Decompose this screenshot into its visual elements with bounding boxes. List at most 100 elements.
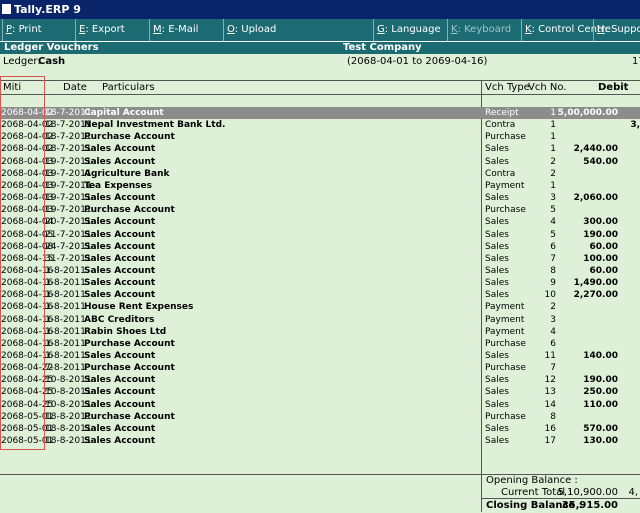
ledger-name: Cash <box>38 56 66 67</box>
row-debit: 140.00 <box>583 351 618 361</box>
company-name: Test Company <box>343 42 422 53</box>
export-button[interactable]: E: Export <box>75 19 151 41</box>
table-row[interactable]: 2068-04-03 19-7-2011 Sales Account Sales 3 2,… <box>0 192 640 204</box>
row-vch-no: 3 <box>550 193 556 204</box>
row-vch-no: 13 <box>544 387 556 398</box>
row-vch-type: Purchase <box>485 205 526 216</box>
row-debit: 2,440.00 <box>573 144 618 155</box>
row-date: 1-8-2011 <box>45 338 86 349</box>
table-row[interactable]: 2068-04-16 1-8-2011 Rabin Shoes Ltd Payment… <box>0 326 640 338</box>
table-row[interactable]: 2068-04-25 10-8-2011 Sales Account Sales 13 2… <box>0 386 640 398</box>
row-particulars: Sales Account <box>84 265 156 276</box>
print-button[interactable]: P: Print <box>2 19 77 41</box>
row-debit: 190.00 <box>583 229 618 240</box>
table-row[interactable]: 2068-04-16 1-8-2011 Sales Account Sales 11 14… <box>0 350 640 362</box>
table-row[interactable]: 2068-04-16 1-8-2011 Purchase Account Purcha… <box>0 338 640 350</box>
row-vch-type: Payment <box>485 180 525 191</box>
table-row[interactable]: 2068-04-02 18-7-2011 Sales Account Sales 1 2,… <box>0 143 640 155</box>
table-row[interactable]: 2068-04-03 19-7-2011 Tea Expenses Payment 1 <box>0 180 640 192</box>
row-vch-no: 17 <box>544 436 556 447</box>
row-vch-type: Sales <box>485 375 509 386</box>
row-vch-no: 7 <box>550 253 556 264</box>
table-row[interactable]: 2068-04-16 1-8-2011 Sales Account Sales 8 60.… <box>0 265 640 277</box>
col-vch-no: Vch No. <box>528 82 567 93</box>
language-button[interactable]: G: Language <box>373 19 449 41</box>
column-header: Miti Date Particulars Vch Type Vch No. D… <box>0 80 640 95</box>
table-row[interactable]: 2068-04-16 1-8-2011 Sales Account Sales 10 2,… <box>0 289 640 301</box>
row-particulars: Sales Account <box>84 144 156 155</box>
table-row[interactable]: 2068-04-16 1-8-2011 Sales Account Sales 9 1,4… <box>0 277 640 289</box>
report-header: Ledger Vouchers Test Company <box>0 42 640 54</box>
app-icon <box>2 4 11 14</box>
table-row[interactable]: 2068-04-03 19-7-2011 Agriculture Bank Contr… <box>0 168 640 180</box>
row-vch-type: Payment <box>485 302 525 313</box>
row-debit: 130.00 <box>583 436 618 447</box>
ledger-info: Ledger: Cash (2068-04-01 to 2069-04-16) … <box>0 55 640 69</box>
row-particulars: ABC Creditors <box>84 314 155 325</box>
row-vch-no: 6 <box>550 338 556 349</box>
row-debit: 60.00 <box>589 241 618 252</box>
table-row[interactable]: 2068-04-02 18-7-2011 Purchase Account Purch… <box>0 131 640 143</box>
row-particulars: House Rent Expenses <box>84 302 194 313</box>
row-vch-no: 16 <box>544 423 556 434</box>
table-row[interactable]: 2068-04-02 18-7-2011 Nepal Investment Bank… <box>0 119 640 131</box>
table-row[interactable]: 2068-05-01 18-8-2011 Sales Account Sales 17 1… <box>0 435 640 447</box>
row-particulars: Purchase Account <box>84 132 175 143</box>
table-row[interactable]: 2068-04-25 10-8-2011 Sales Account Sales 12 1… <box>0 374 640 386</box>
row-vch-no: 1 <box>550 108 556 118</box>
support-centre-button[interactable]: H: Support C <box>593 19 640 41</box>
email-button[interactable]: M: E-Mail <box>149 19 225 41</box>
totals-footer: Opening Balance : Current Total : 5,10,9… <box>0 474 640 513</box>
upload-button[interactable]: O: Upload <box>223 19 375 41</box>
row-vch-type: Purchase <box>485 411 526 422</box>
row-particulars: Sales Account <box>84 229 156 240</box>
row-vch-no: 3 <box>550 314 556 325</box>
row-vch-type: Purchase <box>485 338 526 349</box>
row-debit: 2,060.00 <box>573 193 618 204</box>
table-row[interactable]: 2068-04-16 1-8-2011 House Rent Expenses Pay… <box>0 301 640 313</box>
row-particulars: Nepal Investment Bank Ltd. <box>84 120 226 131</box>
opening-balance-label: Opening Balance : <box>486 475 578 486</box>
table-row[interactable]: 2068-04-02 18-7-2011 Capital Account Receip… <box>0 107 640 119</box>
current-total-credit: 4, <box>628 487 638 498</box>
row-date: 1-8-2011 <box>45 278 86 289</box>
row-vch-type: Sales <box>485 265 509 276</box>
row-debit: 5,00,000.00 <box>557 108 618 118</box>
table-row[interactable]: 2068-04-08 24-7-2011 Sales Account Sales 6 60… <box>0 241 640 253</box>
row-vch-type: Sales <box>485 156 509 167</box>
row-vch-no: 1 <box>550 144 556 155</box>
period-range: (2068-04-01 to 2069-04-16) <box>347 56 488 67</box>
row-vch-type: Sales <box>485 241 509 252</box>
row-debit: 190.00 <box>583 375 618 386</box>
row-vch-no: 5 <box>550 229 556 240</box>
control-centre-button[interactable]: K: Control Centre <box>521 19 611 41</box>
right-edge-value: 17 <box>632 56 640 67</box>
row-vch-type: Sales <box>485 253 509 264</box>
row-particulars: Sales Account <box>84 156 156 167</box>
col-date: Date <box>63 82 87 93</box>
table-row[interactable]: 2068-04-22 7-8-2011 Purchase Account Purcha… <box>0 362 640 374</box>
table-row[interactable]: 2068-04-25 10-8-2011 Sales Account Sales 14 1… <box>0 399 640 411</box>
row-vch-no: 2 <box>550 168 556 179</box>
row-particulars: Sales Account <box>84 290 156 301</box>
table-row[interactable]: 2068-05-01 18-8-2011 Purchase Account Purch… <box>0 411 640 423</box>
table-row[interactable]: 2068-05-01 18-8-2011 Sales Account Sales 16 5… <box>0 423 640 435</box>
row-vch-type: Contra <box>485 168 516 179</box>
table-row[interactable]: 2068-04-03 19-7-2011 Purchase Account Purch… <box>0 204 640 216</box>
table-row[interactable]: 2068-04-03 19-7-2011 Sales Account Sales 2 54… <box>0 156 640 168</box>
table-row[interactable]: 2068-04-04 20-7-2011 Sales Account Sales 4 30… <box>0 216 640 228</box>
row-date: 1-8-2011 <box>45 302 86 313</box>
row-vch-no: 7 <box>550 363 556 374</box>
table-row[interactable]: 2068-04-16 1-8-2011 ABC Creditors Payment 3 <box>0 314 640 326</box>
row-vch-no: 5 <box>550 205 556 216</box>
row-particulars: Sales Account <box>84 217 156 228</box>
row-vch-type: Sales <box>485 144 509 155</box>
table-row[interactable]: 2068-04-05 21-7-2011 Sales Account Sales 5 19… <box>0 229 640 241</box>
row-date: 7-8-2011 <box>45 363 86 374</box>
row-vch-type: Sales <box>485 423 509 434</box>
row-particulars: Purchase Account <box>84 338 175 349</box>
row-particulars: Purchase Account <box>84 205 175 216</box>
row-debit: 570.00 <box>583 423 618 434</box>
table-row[interactable]: 2068-04-15 31-7-2011 Sales Account Sales 7 10… <box>0 253 640 265</box>
closing-balance-debit: 35,915.00 <box>561 500 618 511</box>
